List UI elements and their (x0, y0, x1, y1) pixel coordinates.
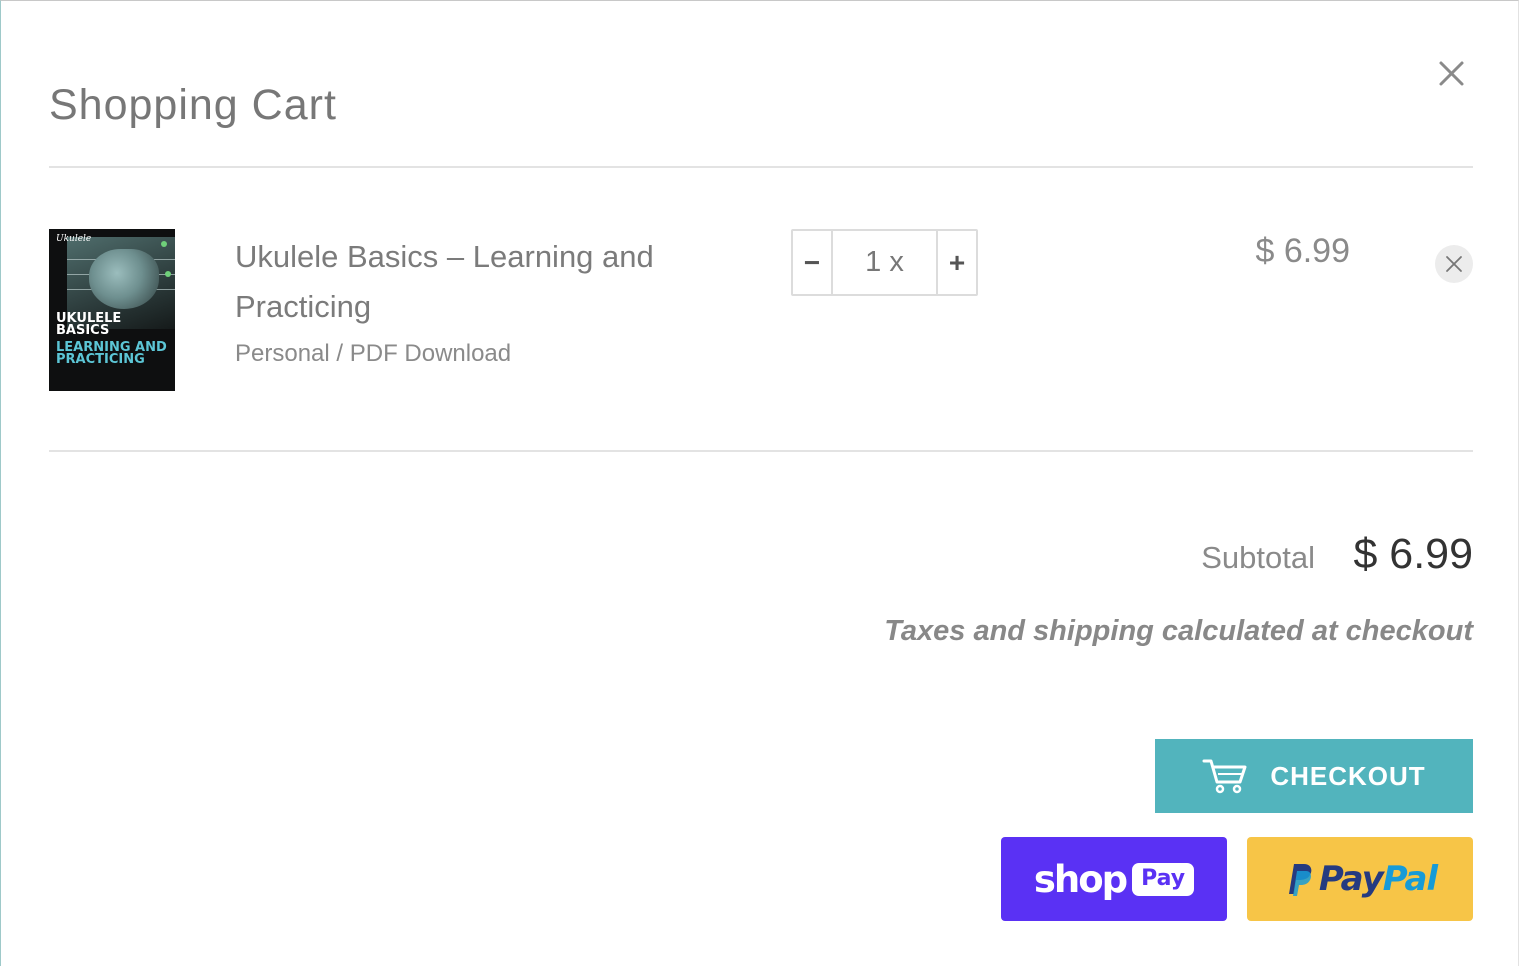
subtotal-value: $ 6.99 (1353, 530, 1473, 578)
cart-title: Shopping Cart (49, 80, 337, 129)
product-title-link[interactable]: Ukulele Basics – Learning and Practicing (235, 232, 755, 332)
header-divider (49, 166, 1473, 168)
checkout-label: CHECKOUT (1270, 760, 1426, 791)
product-thumbnail[interactable]: Ukulele UKULELE BASICS LEARNING AND PRAC… (49, 229, 175, 391)
product-variant: Personal / PDF Download (235, 340, 512, 367)
thumbnail-peg (161, 241, 167, 247)
paypal-logo-pay: Pay (1318, 859, 1384, 899)
subtotal-label: Subtotal (1201, 540, 1315, 575)
page-frame (0, 0, 1519, 966)
thumbnail-title-line1: UKULELE BASICS (56, 311, 122, 338)
plus-icon: + (948, 246, 966, 278)
paypal-logo-text: PayPal (1318, 859, 1438, 899)
taxes-note: Taxes and shipping calculated at checkou… (884, 615, 1473, 647)
paypal-logo-pal: Pal (1382, 859, 1438, 899)
item-price: $ 6.99 (1255, 232, 1350, 270)
cart-icon (1202, 759, 1247, 794)
close-button[interactable] (1430, 52, 1474, 96)
remove-x-icon (1446, 256, 1462, 272)
minus-icon: − (803, 246, 821, 278)
thumbnail-hand (89, 249, 159, 309)
thumbnail-peg (165, 271, 171, 277)
checkout-button[interactable]: CHECKOUT (1155, 739, 1473, 813)
quantity-stepper: − 1 x + (791, 229, 978, 296)
close-icon (1439, 61, 1464, 86)
shop-pay-logo-pay: Pay (1132, 862, 1195, 896)
paypal-icon (1288, 864, 1312, 896)
shop-pay-logo-shop: shop (1033, 857, 1128, 901)
remove-item-button[interactable] (1435, 245, 1473, 283)
quantity-increase-button[interactable]: + (936, 231, 976, 294)
items-divider (49, 450, 1473, 452)
quantity-decrease-button[interactable]: − (793, 231, 833, 294)
quantity-value[interactable]: 1 x (833, 231, 936, 294)
thumbnail-title-line2: LEARNING AND PRACTICING (56, 340, 167, 367)
paypal-button[interactable]: PayPal (1247, 837, 1473, 921)
shop-pay-button[interactable]: shop Pay (1001, 837, 1227, 921)
thumbnail-brand: Ukulele (56, 234, 92, 244)
